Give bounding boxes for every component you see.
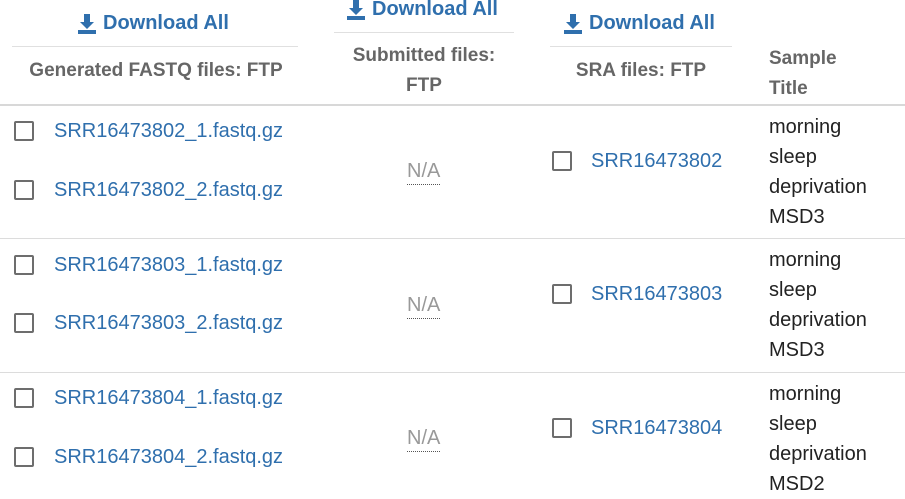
sample-title-line: deprivation [769, 443, 867, 465]
checkbox-fastq-1[interactable] [14, 255, 34, 275]
submitted-na: N/A [407, 293, 441, 319]
submitted-na: N/A [407, 426, 441, 452]
download-icon [78, 13, 96, 34]
sample-title: morning sleep deprivation MSD2 [769, 379, 899, 499]
column-header-line: Submitted files: [352, 45, 496, 66]
sample-title-line: MSD2 [769, 473, 825, 495]
sample-title: morning sleep deprivation MSD3 [769, 245, 899, 365]
fastq-link[interactable]: SRR16473804_1.fastq.gz [54, 386, 283, 410]
column-header-sample-title: Sample Title [769, 44, 837, 104]
sra-link[interactable]: SRR16473802 [591, 149, 722, 173]
sample-title-line: deprivation [769, 309, 867, 331]
sample-title-line: MSD3 [769, 339, 825, 361]
sample-title-line: deprivation [769, 176, 867, 198]
checkbox-fastq-1[interactable] [14, 388, 34, 408]
checkbox-fastq-2[interactable] [14, 447, 34, 467]
sample-title-line: MSD3 [769, 206, 825, 228]
checkbox-sra[interactable] [552, 151, 572, 171]
fastq-link[interactable]: SRR16473802_2.fastq.gz [54, 178, 283, 202]
fastq-link[interactable]: SRR16473802_1.fastq.gz [54, 119, 283, 143]
sample-title: morning sleep deprivation MSD3 [769, 112, 899, 232]
column-header-submitted: Submitted files: FTP [334, 41, 514, 101]
row-separator [0, 372, 905, 373]
row-separator [0, 238, 905, 239]
column-header-fastq: Generated FASTQ files: FTP [29, 60, 283, 81]
download-all-label: Download All [589, 12, 715, 34]
checkbox-fastq-2[interactable] [14, 313, 34, 333]
sample-title-line: morning [769, 249, 842, 271]
download-all-label: Download All [372, 0, 498, 20]
column-header-sra: SRA files: FTP [575, 60, 707, 81]
divider [550, 46, 732, 47]
fastq-link[interactable]: SRR16473803_2.fastq.gz [54, 311, 283, 335]
header-separator [0, 104, 905, 106]
sample-title-line: sleep [769, 146, 817, 168]
sample-title-line: morning [769, 383, 842, 405]
submitted-na: N/A [407, 159, 441, 185]
divider [334, 32, 514, 33]
download-icon [347, 0, 365, 20]
download-all-fastq-button[interactable]: Download All [77, 12, 229, 35]
sample-title-line: sleep [769, 413, 817, 435]
column-header-line: Sample [769, 48, 837, 69]
checkbox-fastq-1[interactable] [14, 121, 34, 141]
sample-title-line: sleep [769, 279, 817, 301]
checkbox-sra[interactable] [552, 418, 572, 438]
sample-title-line: morning [769, 116, 842, 138]
checkbox-sra[interactable] [552, 284, 572, 304]
sra-link[interactable]: SRR16473803 [591, 282, 722, 306]
download-all-submitted-button[interactable]: Download All [346, 0, 498, 21]
column-header-line: Title [769, 78, 808, 99]
checkbox-fastq-2[interactable] [14, 180, 34, 200]
download-all-label: Download All [103, 12, 229, 34]
column-header-line: FTP [406, 75, 442, 96]
fastq-link[interactable]: SRR16473803_1.fastq.gz [54, 253, 283, 277]
divider [12, 46, 298, 47]
download-icon [564, 13, 582, 34]
sra-link[interactable]: SRR16473804 [591, 416, 722, 440]
download-all-sra-button[interactable]: Download All [563, 12, 715, 35]
fastq-link[interactable]: SRR16473804_2.fastq.gz [54, 445, 283, 469]
